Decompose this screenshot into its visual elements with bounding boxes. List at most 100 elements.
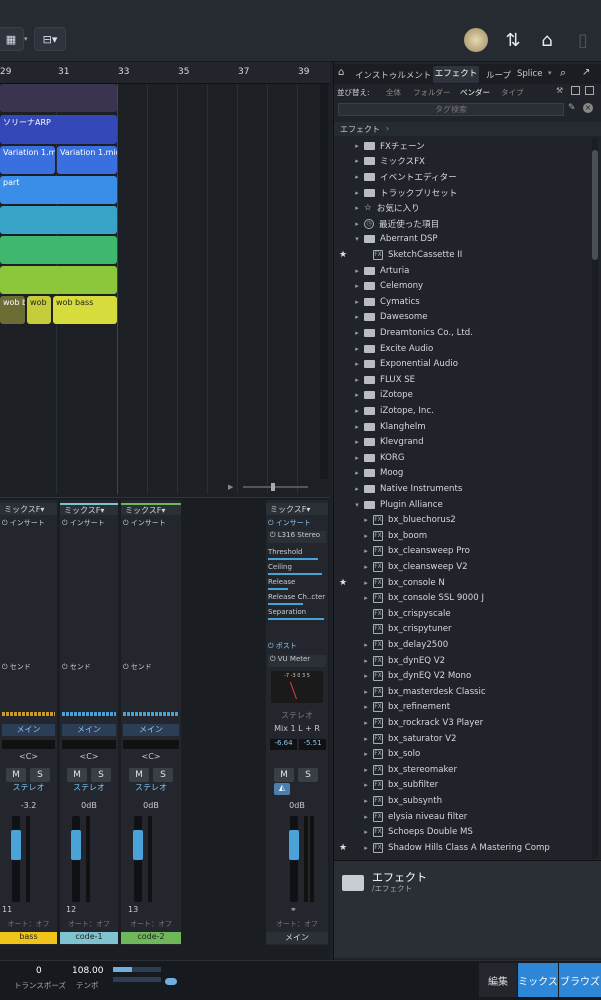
home-icon[interactable]: ⌂: [534, 27, 560, 53]
send-label[interactable]: ⏻ センド: [123, 662, 152, 672]
chevron-right-icon[interactable]: ▸: [361, 703, 371, 711]
browser-item[interactable]: ▸ Dawesome: [334, 310, 592, 326]
chevron-right-icon[interactable]: ▸: [352, 220, 362, 228]
tab-instruments[interactable]: インストゥルメント: [355, 69, 431, 81]
param-threshold[interactable]: Threshold: [268, 548, 326, 556]
chevron-right-icon[interactable]: ▸: [361, 828, 371, 836]
clip-part[interactable]: part: [0, 176, 117, 204]
param-separation[interactable]: Separation: [268, 608, 326, 616]
browser-item[interactable]: ▸ Cymatics: [334, 294, 592, 310]
insert-label[interactable]: ⏻ インサート: [62, 518, 105, 528]
sync-icon[interactable]: ⇅: [500, 27, 526, 53]
tempo-value[interactable]: 108.00: [72, 966, 104, 976]
browser-item[interactable]: ▾ Plugin Alliance: [334, 497, 592, 513]
chevron-right-icon[interactable]: ▸: [352, 313, 362, 321]
browser-item[interactable]: ▸ FX bx_stereomaker: [334, 762, 592, 778]
chevron-right-icon[interactable]: ▸: [352, 329, 362, 337]
browser-item[interactable]: ▸ iZotope: [334, 388, 592, 404]
browser-item[interactable]: ▸ Native Instruments: [334, 481, 592, 497]
browser-item[interactable]: ▸ FX bx_console SSL 9000 J: [334, 590, 592, 606]
tab-splice[interactable]: Splice: [517, 69, 542, 79]
link-icon[interactable]: ⚭: [290, 905, 297, 914]
clear-icon[interactable]: ×: [583, 103, 593, 113]
chevron-down-icon[interactable]: ▾: [548, 69, 552, 77]
chevron-right-icon[interactable]: ▸: [352, 485, 362, 493]
sort-vendor[interactable]: ベンダー: [460, 87, 490, 98]
chevron-right-icon[interactable]: ▸: [361, 579, 371, 587]
solo-button[interactable]: S: [153, 768, 173, 782]
channel-name[interactable]: メイン: [266, 932, 328, 944]
stereo-mode[interactable]: ステレオ: [123, 782, 179, 794]
clip-empty[interactable]: [0, 84, 117, 112]
chevron-right-icon[interactable]: ▸: [361, 657, 371, 665]
breadcrumb-item[interactable]: エフェクト: [340, 124, 380, 135]
chevron-right-icon[interactable]: ▸: [361, 532, 371, 540]
output-select[interactable]: メイン: [62, 724, 116, 736]
sort-all[interactable]: 全体: [386, 87, 401, 98]
pan-slider[interactable]: [123, 740, 179, 749]
browser-item[interactable]: ▸ FX bx_refinement: [334, 700, 592, 716]
browser-item[interactable]: ▸ Klanghelm: [334, 419, 592, 435]
browser-item[interactable]: ★ ▸ FX Shadow Hills Class A Mastering Comp: [334, 840, 592, 856]
expand-icon[interactable]: ↗: [582, 67, 590, 78]
chevron-right-icon[interactable]: ▸: [352, 360, 362, 368]
list-view-icon[interactable]: [585, 86, 594, 95]
chevron-right-icon[interactable]: ▸: [352, 391, 362, 399]
browser-item[interactable]: ▸ Klevgrand: [334, 434, 592, 450]
param-release-character[interactable]: Release Ch..cter: [268, 593, 326, 601]
browser-item[interactable]: ▸ FXチェーン: [334, 138, 592, 154]
browser-item[interactable]: ▸ FX Schoeps Double MS: [334, 824, 592, 840]
chevron-right-icon[interactable]: ▸: [352, 407, 362, 415]
grid-view-button[interactable]: ▦: [0, 27, 24, 51]
clip-variation-1[interactable]: Variation 1.mid: [0, 146, 55, 174]
clip-green[interactable]: [0, 236, 117, 264]
snap-button[interactable]: ⊟▾: [34, 27, 66, 51]
chevron-right-icon[interactable]: ▸: [352, 189, 362, 197]
browser-item[interactable]: ▸ KORG: [334, 450, 592, 466]
document-icon[interactable]: ▯: [570, 27, 596, 53]
browser-item[interactable]: ▸ FX bx_subfilter: [334, 778, 592, 794]
chevron-right-icon[interactable]: ▸: [361, 688, 371, 696]
chevron-right-icon[interactable]: ▸: [352, 267, 362, 275]
favorite-star-icon[interactable]: ★: [339, 250, 347, 260]
stereo-mode[interactable]: ステレオ: [2, 782, 55, 794]
insert-label[interactable]: ⏻ インサート: [268, 518, 311, 528]
chevron-right-icon[interactable]: ▸: [352, 204, 362, 212]
tag-search-input[interactable]: [338, 103, 564, 116]
chevron-right-icon[interactable]: ▸: [361, 547, 371, 555]
solo-button[interactable]: S: [91, 768, 111, 782]
clip-wob[interactable]: wob: [27, 296, 51, 324]
browser-item[interactable]: ▸ FX bx_solo: [334, 746, 592, 762]
fader-handle[interactable]: [289, 830, 299, 860]
tab-effects[interactable]: エフェクト: [433, 66, 479, 83]
scrollbar-thumb[interactable]: [592, 150, 598, 260]
browser-item[interactable]: ▾ Aberrant DSP: [334, 232, 592, 248]
browser-item[interactable]: ▸ Moog: [334, 466, 592, 482]
browser-item[interactable]: FX bx_crispytuner: [334, 622, 592, 638]
browser-item[interactable]: ▸ FX bx_dynEQ V2 Mono: [334, 668, 592, 684]
favorite-star-icon[interactable]: ★: [339, 578, 347, 588]
chevron-right-icon[interactable]: ▸: [352, 423, 362, 431]
fader-handle[interactable]: [71, 830, 81, 860]
chevron-right-icon[interactable]: ▸: [361, 735, 371, 743]
tab-loops[interactable]: ループ: [486, 69, 511, 81]
zoom-slider-handle[interactable]: [271, 483, 275, 491]
clip-lime[interactable]: [0, 266, 117, 294]
browser-item[interactable]: ★ ▸ FX bx_console N: [334, 575, 592, 591]
browser-item[interactable]: ▸ FLUX SE: [334, 372, 592, 388]
insert-label[interactable]: ⏻ インサート: [123, 518, 166, 528]
chevron-right-icon[interactable]: ▸: [352, 298, 362, 306]
pan-slider[interactable]: [2, 740, 55, 749]
browser-item[interactable]: ▸ Celemony: [334, 278, 592, 294]
browser-item[interactable]: ▸ Dreamtonics Co., Ltd.: [334, 325, 592, 341]
tab-browse[interactable]: ブラウズ: [559, 963, 601, 997]
browser-item[interactable]: ▸ FX bx_rockrack V3 Player: [334, 715, 592, 731]
clip-wob-b[interactable]: wob b: [0, 296, 25, 324]
mute-button[interactable]: M: [67, 768, 87, 782]
channel-name[interactable]: code-1: [60, 932, 118, 944]
solo-button[interactable]: S: [298, 768, 318, 782]
chevron-right-icon[interactable]: ▸: [352, 157, 362, 165]
chevron-right-icon[interactable]: ▸: [361, 563, 371, 571]
chevron-down-icon[interactable]: ▾: [352, 235, 362, 243]
param-ceiling[interactable]: Ceiling: [268, 563, 326, 571]
